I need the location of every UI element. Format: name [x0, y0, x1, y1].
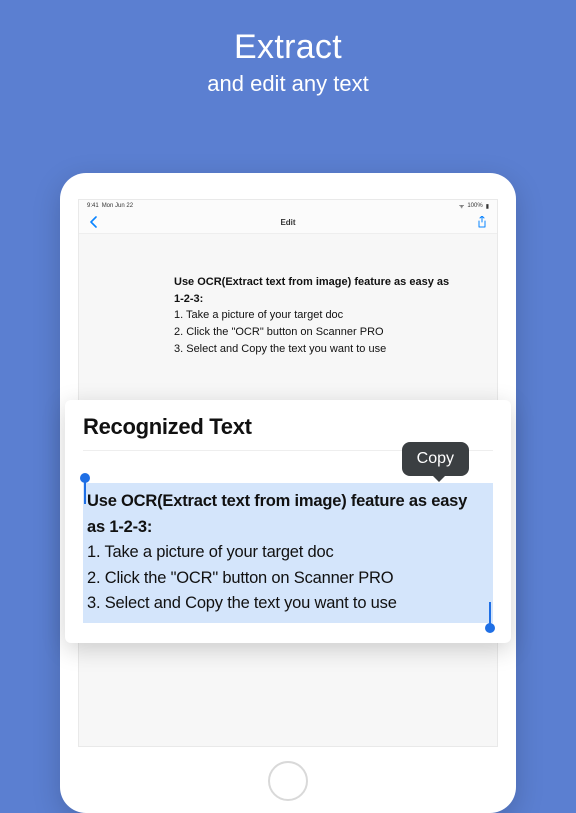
selected-step-2: 2. Click the "OCR" button on Scanner PRO [87, 566, 487, 592]
status-time: 9:41 [87, 203, 99, 209]
share-button[interactable] [477, 216, 487, 230]
original-heading: Use OCR(Extract text from image) feature… [174, 274, 457, 307]
selected-step-1: 1. Take a picture of your target doc [87, 540, 487, 566]
navigation-bar: Edit [79, 212, 497, 234]
hero-title: Extract [0, 28, 576, 67]
ipad-screen: 9:41 Mon Jun 22 ᯤ 100% ▮ Edit Use OCR(Ex… [78, 199, 498, 747]
recognized-text-panel: Recognized Text Copy Use OCR(Extract tex… [65, 400, 511, 643]
text-selection[interactable]: Use OCR(Extract text from image) feature… [83, 483, 493, 623]
document-content: Use OCR(Extract text from image) feature… [79, 234, 497, 358]
ipad-device-frame: 9:41 Mon Jun 22 ᯤ 100% ▮ Edit Use OCR(Ex… [60, 173, 516, 813]
status-date: Mon Jun 22 [102, 203, 133, 209]
nav-title: Edit [79, 218, 497, 227]
status-bar: 9:41 Mon Jun 22 ᯤ 100% ▮ [79, 200, 497, 212]
hero-subtitle: and edit any text [0, 71, 576, 97]
original-step-2: 2. Click the "OCR" button on Scanner PRO [174, 324, 457, 341]
selection-handle-start[interactable] [84, 482, 86, 504]
selection-handle-end[interactable] [489, 602, 491, 624]
copy-button[interactable]: Copy [402, 442, 469, 476]
battery-percent: 100% [467, 203, 482, 209]
original-step-1: 1. Take a picture of your target doc [174, 307, 457, 324]
original-step-3: 3. Select and Copy the text you want to … [174, 341, 457, 358]
selected-step-3: 3. Select and Copy the text you want to … [87, 591, 487, 617]
battery-icon: ▮ [486, 203, 489, 210]
wifi-icon: ᯤ [459, 202, 464, 210]
home-button[interactable] [268, 761, 308, 801]
selected-heading: Use OCR(Extract text from image) feature… [87, 489, 487, 540]
